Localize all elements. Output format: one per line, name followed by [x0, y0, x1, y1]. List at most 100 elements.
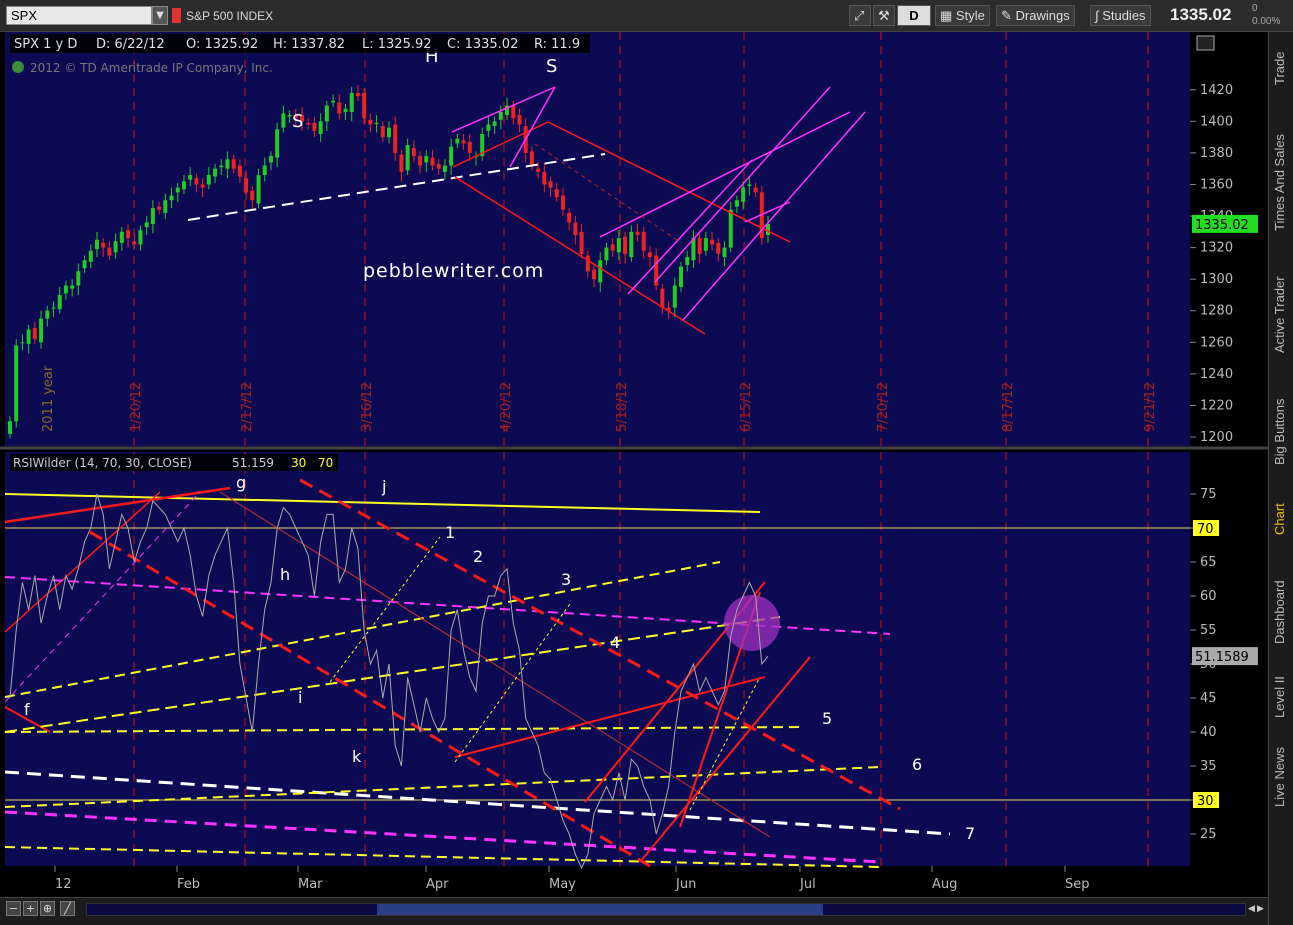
- x-tick-label: Jul: [799, 877, 816, 892]
- wave-annotation: 1: [445, 523, 455, 542]
- price-tick-label: 1400: [1200, 114, 1233, 129]
- sidebar-tab-chart[interactable]: Chart: [1272, 487, 1292, 552]
- rsi-ob-value: 30: [291, 456, 306, 470]
- price-tick-label: 1280: [1200, 304, 1233, 319]
- pencil-icon: ✎: [1001, 8, 1016, 23]
- right-sidebar: Trade Times And Sales Active Trader Big But…: [1268, 32, 1293, 925]
- sidebar-tab-active-trader[interactable]: Active Trader: [1272, 257, 1292, 372]
- style-button[interactable]: ▦ Style: [935, 5, 990, 26]
- header-high: H: 1337.82: [273, 37, 345, 52]
- wave-annotation: k: [352, 747, 362, 766]
- rsi-header: RSIWilder (14, 70, 30, CLOSE) 51.159 30 …: [10, 454, 338, 471]
- wave-annotation: 2: [473, 547, 483, 566]
- date-marker-label: 9/21/12: [1143, 382, 1158, 432]
- wave-annotation: 4: [610, 633, 620, 652]
- header-open: O: 1325.92: [186, 37, 258, 52]
- price-tick-label: 1320: [1200, 241, 1233, 256]
- header-date: D: 6/22/12: [96, 37, 165, 52]
- scroll-left-icon[interactable]: ◀: [1248, 903, 1256, 916]
- percent-change: 0.00%: [1252, 16, 1281, 27]
- net-change: 0: [1252, 3, 1258, 14]
- sidebar-tab-dashboard[interactable]: Dashboard: [1272, 562, 1292, 662]
- rsi-os-value: 70: [318, 456, 333, 470]
- sidebar-tab-big-buttons[interactable]: Big Buttons: [1272, 387, 1292, 477]
- sidebar-tab-trade[interactable]: Trade: [1272, 42, 1292, 94]
- rsi-study-value: 51.159: [232, 456, 274, 470]
- x-tick-label: Mar: [298, 877, 323, 892]
- highlight-circle[interactable]: [724, 595, 780, 651]
- alert-icon[interactable]: [172, 8, 181, 23]
- wave-annotation: i: [298, 688, 302, 707]
- style-tools-icon[interactable]: ⤢: [849, 5, 871, 26]
- time-scrollbar-thumb[interactable]: [377, 904, 823, 915]
- date-marker-label: 5/18/12: [615, 382, 630, 432]
- price-tick-label: 1220: [1200, 398, 1233, 413]
- studies-label: Studies: [1102, 8, 1146, 23]
- drawing-tool-icon[interactable]: ╱: [60, 901, 75, 916]
- info-icon[interactable]: [12, 61, 24, 73]
- symbol-input[interactable]: SPX: [6, 6, 152, 25]
- date-marker-label: 1/20/12: [129, 382, 144, 432]
- x-tick-label: Aug: [932, 877, 957, 892]
- wrench-icon[interactable]: ⚒: [873, 5, 895, 26]
- header-range: R: 11.9: [534, 37, 580, 52]
- date-marker-label: 7/20/12: [876, 382, 891, 432]
- wave-annotation: 3: [561, 570, 571, 589]
- period-label: 2011 year: [41, 365, 56, 432]
- copyright-text: 2012 © TD Ameritrade IP Company, Inc.: [30, 61, 273, 75]
- price-tick-label: 1360: [1200, 177, 1233, 192]
- price-tick-label: 1420: [1200, 83, 1233, 98]
- wave-annotation: j: [381, 477, 386, 496]
- price-tick-label: 1240: [1200, 367, 1233, 382]
- date-marker-label: 8/17/12: [1001, 382, 1016, 432]
- x-tick-label: May: [549, 877, 576, 892]
- header-symbol-period: SPX 1 y D: [14, 37, 77, 52]
- chart-area[interactable]: 1/20/12 2/17/12 3/16/12 4/20/12 5/18/12 6/15/…: [0, 32, 1268, 897]
- bottom-bar: − + ⊕ ╱ ◀ ▶: [0, 897, 1268, 925]
- rsi-panel[interactable]: [5, 452, 1190, 866]
- sidebar-tab-times-and-sales[interactable]: Times And Sales: [1272, 117, 1292, 247]
- sidebar-tab-live-news[interactable]: Live News: [1272, 732, 1292, 822]
- drawings-button[interactable]: ✎ Drawings: [996, 5, 1075, 26]
- price-tick-label: 1200: [1200, 430, 1233, 445]
- header-close: C: 1335.02: [447, 37, 518, 52]
- time-scrollbar[interactable]: [86, 903, 1246, 916]
- magnifier-icon[interactable]: ⊕: [40, 901, 55, 916]
- drawings-label: Drawings: [1015, 8, 1070, 23]
- top-toolbar: SPX ▼ S&P 500 INDEX ⤢ ⚒ D ▦ Style ✎ Draw…: [0, 0, 1293, 32]
- rsi-tick-label: 65: [1200, 555, 1217, 570]
- expand-chart-icon[interactable]: [1196, 35, 1215, 51]
- style-label: Style: [955, 8, 985, 23]
- date-marker-label: 2/17/12: [240, 382, 255, 432]
- rsi-tick-label: 25: [1200, 827, 1217, 842]
- price-tick-label: 1380: [1200, 146, 1233, 161]
- rsi-study-name: RSIWilder (14, 70, 30, CLOSE): [13, 456, 192, 470]
- pattern-annotation: S: [292, 111, 303, 132]
- rsi-level-badge-label: 70: [1197, 522, 1214, 537]
- zoom-out-icon[interactable]: −: [6, 901, 21, 916]
- candle: [14, 339, 19, 428]
- last-price-badge-label: 1335.02: [1195, 218, 1249, 233]
- zoom-in-icon[interactable]: +: [23, 901, 38, 916]
- last-price: 1335.02: [1170, 5, 1232, 24]
- rsi-level-badge-label: 30: [1197, 794, 1214, 809]
- pattern-annotation: S: [546, 56, 557, 77]
- symbol-dropdown-button[interactable]: ▼: [152, 6, 168, 25]
- x-tick-label: Jun: [675, 877, 696, 892]
- sidebar-tab-level-ii[interactable]: Level II: [1272, 672, 1292, 722]
- rsi-tick-label: 35: [1200, 759, 1217, 774]
- style-icon: ▦: [940, 8, 956, 23]
- wave-annotation: h: [280, 565, 290, 584]
- period-button[interactable]: D: [897, 5, 931, 26]
- scroll-right-icon[interactable]: ▶: [1257, 903, 1265, 916]
- wave-annotation: 6: [912, 755, 922, 774]
- wave-annotation: 5: [822, 709, 832, 728]
- price-tick-label: 1260: [1200, 335, 1233, 350]
- x-tick-label: Sep: [1065, 877, 1090, 892]
- rsi-tick-label: 55: [1200, 623, 1217, 638]
- studies-button[interactable]: ∫ Studies: [1090, 5, 1151, 26]
- rsi-tick-label: 75: [1200, 487, 1217, 502]
- rsi-tick-label: 60: [1200, 589, 1217, 604]
- x-tick-label: Apr: [426, 877, 449, 892]
- wave-annotation: g: [236, 473, 246, 492]
